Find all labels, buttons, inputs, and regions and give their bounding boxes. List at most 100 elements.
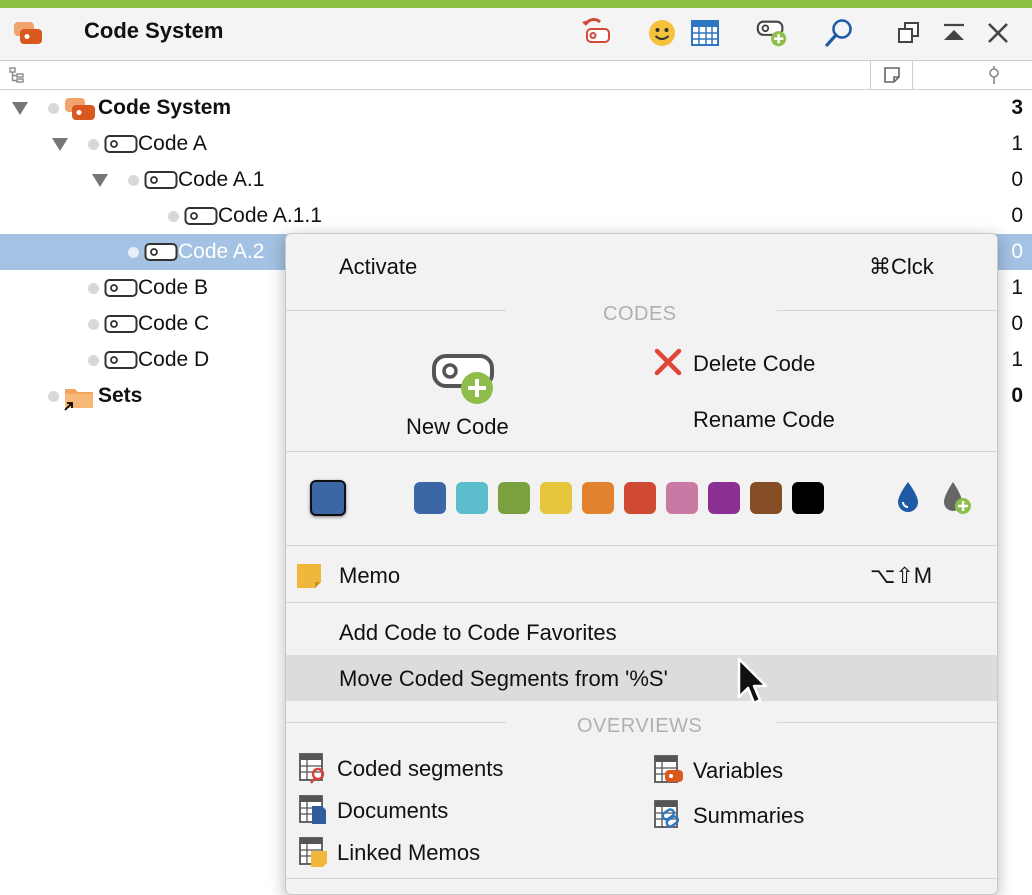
frequency-column-icon[interactable] [986, 65, 1002, 90]
close-icon[interactable] [981, 16, 1015, 50]
tree-label: Code A [138, 132, 207, 155]
tree-count: 0 [1011, 240, 1023, 263]
overviews-section-header: OVERVIEWS [577, 715, 703, 737]
current-color-swatch[interactable] [310, 480, 346, 516]
color-swatch-yellow[interactable] [540, 482, 572, 514]
tree-row-code-a1[interactable]: Code A.1 0 [0, 162, 1032, 198]
color-swatch-cyan[interactable] [456, 482, 488, 514]
status-dot [88, 139, 99, 150]
code-tag-icon [104, 278, 138, 303]
color-swatch-purple[interactable] [708, 482, 740, 514]
undock-window-icon[interactable] [892, 16, 926, 50]
code-tag-icon [104, 134, 138, 159]
status-dot [48, 103, 59, 114]
activate-shortcut: ⌘Clck [869, 254, 934, 279]
status-dot [48, 391, 59, 402]
sets-folder-icon [63, 383, 95, 416]
code-tag-icon [104, 314, 138, 339]
new-code-button[interactable]: New Code [406, 414, 509, 440]
tree-count: 3 [1011, 96, 1023, 119]
menu-separator [286, 310, 506, 311]
tree-label: Code D [138, 348, 210, 371]
tree-count: 1 [1011, 348, 1023, 371]
tree-label: Code System [98, 96, 232, 119]
move-coded-segments-menu-item[interactable]: Move Coded Segments from '%S' [339, 666, 668, 692]
color-swatch-pink[interactable] [666, 482, 698, 514]
variables-menu-item[interactable]: Variables [693, 758, 783, 784]
variables-overview-icon [653, 754, 685, 791]
window-titlebar: Code System [0, 8, 1032, 61]
codes-section-header: CODES [603, 303, 677, 325]
code-tag-icon [184, 206, 218, 231]
color-swatch-black[interactable] [792, 482, 824, 514]
memo-note-icon [295, 562, 323, 595]
summaries-menu-item[interactable]: Summaries [693, 803, 804, 829]
status-dot [88, 355, 99, 366]
documents-overview-icon [298, 794, 328, 831]
status-dot [128, 247, 139, 258]
tree-label: Code B [138, 276, 209, 299]
status-dot [88, 319, 99, 330]
column-separator [912, 61, 913, 89]
window-title: Code System [84, 18, 224, 43]
menu-separator [286, 722, 506, 723]
table-overview-icon[interactable] [688, 16, 722, 50]
memo-menu-item[interactable]: Memo [339, 563, 400, 589]
tree-label: Code A.2 [178, 240, 265, 263]
tree-label: Code A.1.1 [218, 204, 322, 227]
column-separator [870, 61, 871, 89]
linked-memos-menu-item[interactable]: Linked Memos [337, 840, 480, 866]
coded-segments-menu-item[interactable]: Coded segments [337, 756, 503, 782]
menu-separator [777, 310, 997, 311]
color-swatch-blue[interactable] [414, 482, 446, 514]
color-swatch-green[interactable] [498, 482, 530, 514]
memo-column-icon[interactable] [882, 65, 902, 90]
status-dot [128, 175, 139, 186]
tree-row-code-a[interactable]: Code A 1 [0, 126, 1032, 162]
code-tag-icon [144, 170, 178, 195]
summaries-overview-icon [653, 799, 685, 836]
add-to-favorites-menu-item[interactable]: Add Code to Code Favorites [339, 620, 617, 646]
add-color-drop-icon[interactable] [941, 480, 975, 521]
status-dot [168, 211, 179, 222]
code-tag-icon [144, 242, 178, 267]
code-system-icon [63, 96, 97, 127]
menu-separator [286, 451, 997, 452]
collapse-up-icon[interactable] [937, 16, 971, 50]
documents-menu-item[interactable]: Documents [337, 798, 448, 824]
tree-count: 0 [1011, 384, 1023, 407]
color-swatch-brown[interactable] [750, 482, 782, 514]
tree-label: Sets [98, 384, 143, 407]
tree-label: Code C [138, 312, 210, 335]
linked-memos-overview-icon [298, 836, 328, 873]
code-tag-icon [104, 350, 138, 375]
expand-triangle-icon[interactable] [12, 102, 28, 115]
new-code-large-icon[interactable] [431, 352, 497, 411]
menu-separator [286, 602, 997, 603]
top-accent-bar [0, 0, 1032, 8]
color-swatch-red[interactable] [624, 482, 656, 514]
mouse-pointer-icon [737, 657, 769, 716]
memo-shortcut: ⌥⇧M [870, 563, 933, 588]
new-code-toolbar-icon[interactable] [755, 16, 789, 50]
expand-triangle-icon[interactable] [52, 138, 68, 151]
context-menu: Activate ⌘Clck CODES New Code Delete Cod… [285, 233, 998, 895]
color-swatch-orange[interactable] [582, 482, 614, 514]
search-icon[interactable] [822, 16, 856, 50]
menu-separator [777, 722, 997, 723]
color-drop-icon[interactable] [895, 480, 921, 519]
menu-separator [286, 878, 997, 879]
code-refresh-icon[interactable] [578, 16, 612, 50]
delete-code-menu-item[interactable]: Delete Code [693, 351, 815, 377]
rename-code-menu-item[interactable]: Rename Code [693, 407, 835, 433]
coded-segments-overview-icon [298, 752, 328, 789]
tree-row-code-system[interactable]: Code System 3 [0, 90, 1032, 126]
expand-triangle-icon[interactable] [92, 174, 108, 187]
activate-menu-item[interactable]: Activate [339, 254, 417, 280]
column-header-bar [0, 61, 1032, 90]
tree-label: Code A.1 [178, 168, 265, 191]
tree-structure-icon[interactable] [8, 66, 26, 89]
tree-row-code-a11[interactable]: Code A.1.1 0 [0, 198, 1032, 234]
emoticon-icon[interactable] [645, 16, 679, 50]
tree-count: 0 [1011, 312, 1023, 335]
